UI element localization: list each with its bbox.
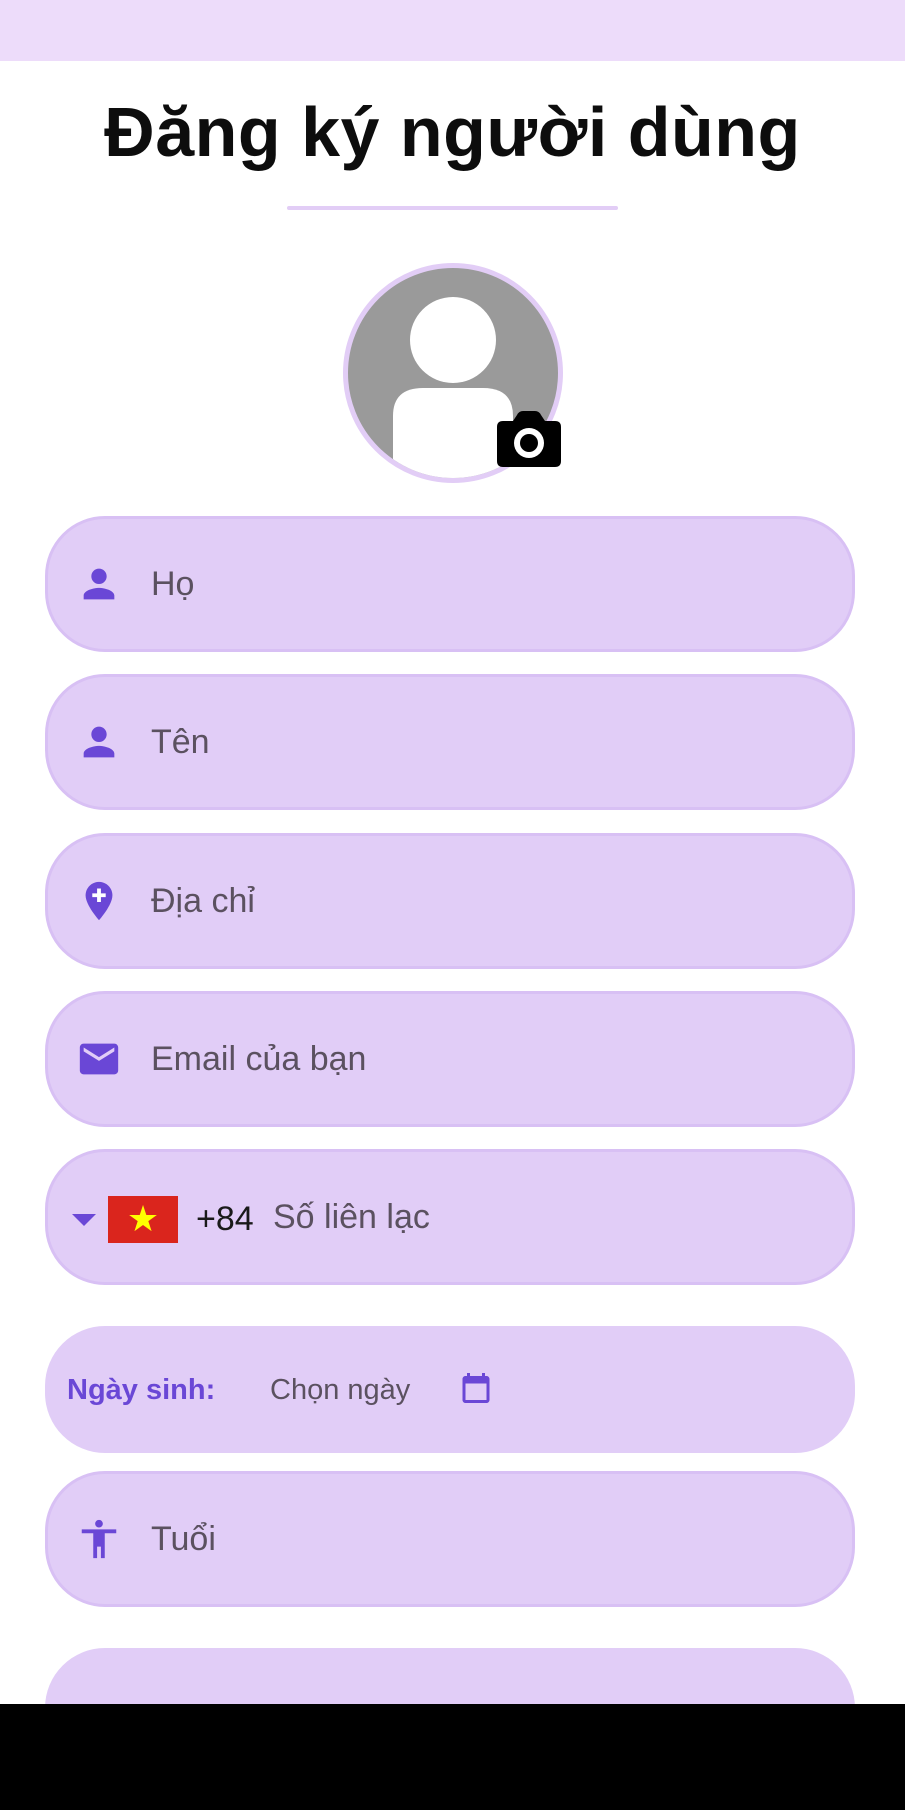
flag-star: ★ <box>126 1199 160 1240</box>
add-location-icon <box>85 881 113 921</box>
email-input[interactable] <box>151 1024 811 1094</box>
dob-label: Ngày sinh: <box>67 1374 216 1406</box>
first-name-field[interactable] <box>45 674 855 810</box>
person-icon <box>83 726 115 758</box>
address-input[interactable] <box>151 866 811 936</box>
accessibility-icon <box>81 1519 117 1559</box>
phone-field[interactable]: ★ +84 <box>45 1149 855 1285</box>
status-bar <box>0 0 905 61</box>
age-field[interactable] <box>45 1471 855 1607</box>
last-name-input[interactable] <box>151 549 811 619</box>
arrow-drop-down-icon <box>72 1214 96 1226</box>
address-field[interactable] <box>45 833 855 969</box>
system-navigation-bar <box>0 1704 905 1810</box>
calendar-icon[interactable] <box>458 1370 494 1406</box>
age-input[interactable] <box>151 1504 811 1574</box>
title-divider <box>287 206 618 210</box>
vietnam-flag-icon[interactable]: ★ <box>108 1196 178 1243</box>
dob-field: Ngày sinh: Chọn ngày <box>45 1326 855 1453</box>
first-name-input[interactable] <box>151 707 811 777</box>
mail-icon <box>79 1043 119 1075</box>
dial-code: +84 <box>196 1200 254 1238</box>
last-name-field[interactable] <box>45 516 855 652</box>
dob-value: Chọn ngày <box>270 1374 411 1406</box>
email-field[interactable] <box>45 991 855 1127</box>
avatar-picker[interactable] <box>343 263 563 483</box>
phone-input[interactable] <box>273 1182 823 1252</box>
country-code-dropdown[interactable] <box>60 1188 108 1248</box>
person-icon <box>83 568 115 600</box>
camera-icon[interactable] <box>495 409 563 469</box>
page-title: Đăng ký người dùng <box>104 93 801 171</box>
